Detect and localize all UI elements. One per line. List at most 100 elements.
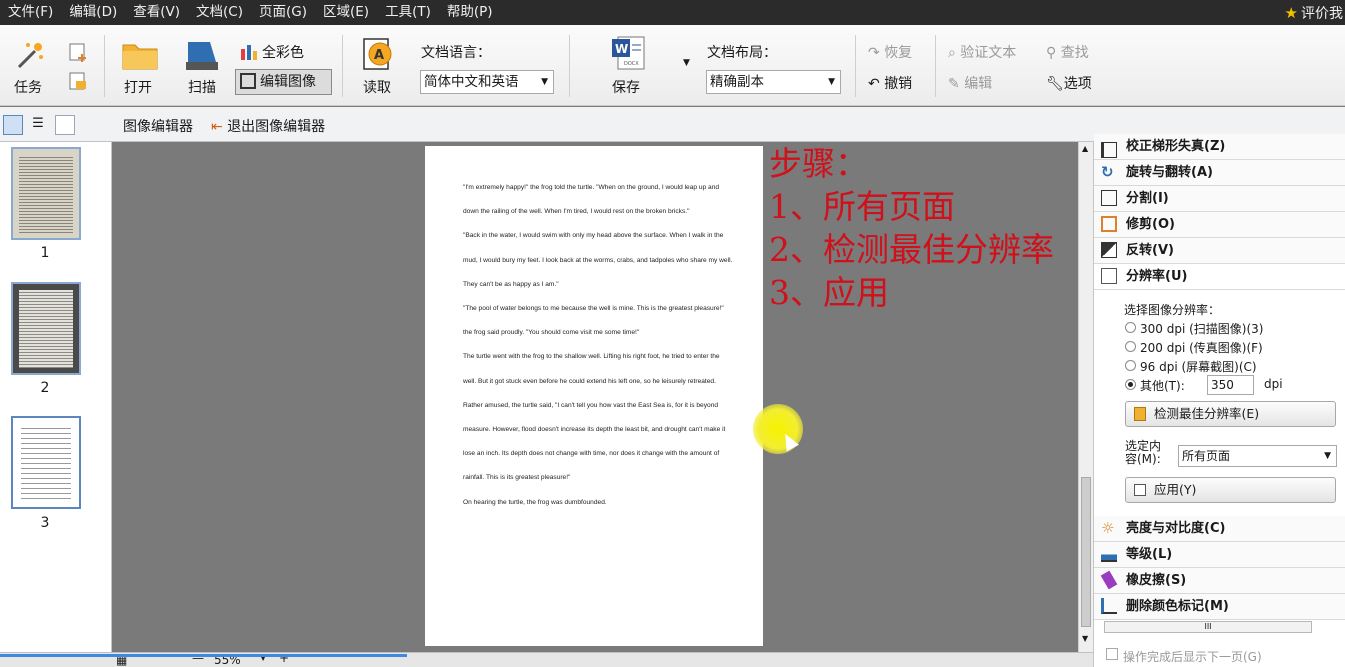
- separator: [569, 35, 570, 97]
- find-button[interactable]: ⚲ 查找: [1046, 42, 1089, 62]
- thumbnail-view-icon[interactable]: [3, 115, 23, 135]
- section-invert[interactable]: 反转(V): [1094, 238, 1345, 264]
- detect-label: 检测最佳分辨率(E): [1154, 406, 1260, 421]
- document-page: "I'm extremely happy!" the frog told the…: [425, 146, 763, 646]
- menu-tools[interactable]: 工具(T): [377, 0, 439, 25]
- svg-text:W: W: [615, 42, 628, 56]
- save-options-chevron-icon[interactable]: ▼: [683, 58, 690, 68]
- canvas-vertical-scrollbar[interactable]: ▲ ▼: [1078, 142, 1093, 652]
- read-ocr-icon[interactable]: A: [360, 37, 396, 77]
- edit-image-icon: [240, 73, 256, 89]
- radio-other[interactable]: [1125, 379, 1136, 390]
- open-button[interactable]: 打开: [124, 77, 152, 97]
- page-paragraph: "I'm extremely happy!" the frog told the…: [463, 184, 720, 216]
- save-button[interactable]: 保存: [612, 77, 640, 97]
- menu-file[interactable]: 文件(F): [0, 0, 61, 25]
- section-keystone-correction[interactable]: 校正梯形失真(Z): [1094, 134, 1345, 160]
- thumbnail-page-number: 3: [40, 515, 50, 531]
- crop-icon: [1101, 216, 1117, 232]
- apply-button[interactable]: 应用(Y): [1125, 477, 1336, 503]
- menu-document[interactable]: 文档(C): [188, 0, 251, 25]
- section-crop[interactable]: 修剪(O): [1094, 212, 1345, 238]
- magic-wand-icon[interactable]: [13, 39, 45, 75]
- recent-task-icon[interactable]: [68, 71, 88, 95]
- edit-image-button[interactable]: 编辑图像: [235, 69, 332, 95]
- section-levels[interactable]: 等级(L): [1094, 542, 1345, 568]
- separator: [855, 35, 856, 97]
- section-remove-color-marks[interactable]: 删除颜色标记(M): [1094, 594, 1345, 620]
- rate-button[interactable]: ★ 评价我: [1285, 0, 1343, 25]
- scroll-up-icon[interactable]: ▲: [1082, 144, 1088, 153]
- separator: [104, 35, 105, 97]
- list-view-icon[interactable]: ☰: [28, 115, 48, 135]
- page-settings-icon[interactable]: [55, 115, 75, 135]
- section-label: 橡皮擦(S): [1126, 573, 1187, 588]
- wrench-icon: 🔧︎: [1046, 76, 1064, 92]
- menu-page[interactable]: 页面(G): [251, 0, 315, 25]
- step-item: 3、应用: [769, 273, 889, 312]
- rate-label: 评价我: [1301, 5, 1343, 22]
- section-rotate-flip[interactable]: ↻ 旋转与翻转(A): [1094, 160, 1345, 186]
- exit-image-editor-button[interactable]: ⇤ 退出图像编辑器: [211, 116, 325, 136]
- detect-best-resolution-button[interactable]: 检测最佳分辨率(E): [1125, 401, 1336, 427]
- doc-language-label: 文档语言：: [421, 45, 491, 61]
- thumbnail-text-lines: [19, 290, 73, 368]
- thumbnail-text-lines: [19, 155, 73, 233]
- options-button[interactable]: 🔧︎选项: [1046, 73, 1092, 93]
- pencil-icon: ✎: [948, 76, 960, 92]
- verify-text-button[interactable]: ⌕ 验证文本: [948, 42, 1016, 62]
- word-doc-icon[interactable]: W DOCX: [610, 35, 646, 75]
- document-canvas[interactable]: "I'm extremely happy!" the frog told the…: [112, 142, 1078, 652]
- scrollbar-thumb[interactable]: [1081, 477, 1091, 627]
- menu-view[interactable]: 查看(V): [125, 0, 188, 25]
- radio-300dpi-label: 300 dpi (扫描图像)(3): [1140, 322, 1264, 336]
- redo-button[interactable]: ↷ 恢复: [868, 42, 912, 62]
- undo-button[interactable]: ↶ 撤销: [868, 73, 912, 93]
- menu-edit[interactable]: 编辑(D): [61, 0, 125, 25]
- show-next-page-checkbox[interactable]: [1106, 648, 1118, 660]
- page-paragraph: "Back in the water, I would swim with on…: [463, 232, 733, 288]
- menu-area[interactable]: 区域(E): [315, 0, 377, 25]
- radio-200dpi-label: 200 dpi (传真图像)(F): [1140, 341, 1263, 355]
- radio-300dpi[interactable]: [1125, 322, 1136, 333]
- detect-icon: [1134, 407, 1146, 421]
- radio-96dpi[interactable]: [1125, 360, 1136, 371]
- doc-layout-select[interactable]: 精确副本 ▼: [706, 70, 841, 94]
- section-brightness-contrast[interactable]: ☼ 亮度与对比度(C): [1094, 516, 1345, 542]
- undo-icon: ↶: [868, 76, 880, 92]
- menu-help[interactable]: 帮助(P): [439, 0, 501, 25]
- selected-content-select[interactable]: 所有页面 ▼: [1178, 445, 1337, 467]
- page-paragraph: Rather amused, the turtle said, "I can't…: [463, 401, 726, 482]
- edit-button[interactable]: ✎ 编辑: [948, 73, 992, 93]
- section-eraser[interactable]: 橡皮擦(S): [1094, 568, 1345, 594]
- section-label: 修剪(O): [1126, 217, 1175, 232]
- page-paragraph: The turtle went with the frog to the sha…: [463, 353, 720, 385]
- thumbnail-page-number: 1: [40, 245, 50, 261]
- scanner-icon[interactable]: [184, 38, 220, 76]
- page-thumbnail[interactable]: [11, 147, 81, 240]
- other-dpi-input[interactable]: 350: [1207, 375, 1254, 395]
- folder-icon[interactable]: [121, 37, 159, 75]
- invert-icon: [1101, 242, 1117, 258]
- section-split[interactable]: 分割(I): [1094, 186, 1345, 212]
- thumbnail-text-lines: [21, 424, 71, 500]
- section-resolution[interactable]: 分辨率(U): [1094, 264, 1345, 290]
- scan-button[interactable]: 扫描: [188, 77, 216, 97]
- doc-language-select[interactable]: 简体中文和英语 ▼: [420, 70, 554, 94]
- scroll-down-icon[interactable]: ▼: [1082, 634, 1088, 643]
- full-color-button[interactable]: 全彩色: [262, 42, 304, 62]
- full-color-icon[interactable]: [240, 43, 258, 65]
- doc-layout-value: 精确副本: [710, 74, 764, 90]
- radio-200dpi[interactable]: [1125, 341, 1136, 352]
- new-task-icon[interactable]: [68, 42, 88, 66]
- task-button[interactable]: 任务: [14, 77, 42, 97]
- read-button[interactable]: 读取: [363, 77, 391, 97]
- step-item: 2、检测最佳分辨率: [769, 230, 1054, 269]
- svg-text:A: A: [374, 48, 384, 63]
- find-label: 查找: [1060, 45, 1089, 61]
- page-thumbnail[interactable]: [11, 282, 81, 375]
- page-thumbnail-selected[interactable]: [11, 416, 81, 509]
- section-label: 反转(V): [1126, 243, 1174, 258]
- panel-horizontal-scrollbar[interactable]: III: [1104, 621, 1312, 633]
- step-item: 1、所有页面: [769, 187, 955, 226]
